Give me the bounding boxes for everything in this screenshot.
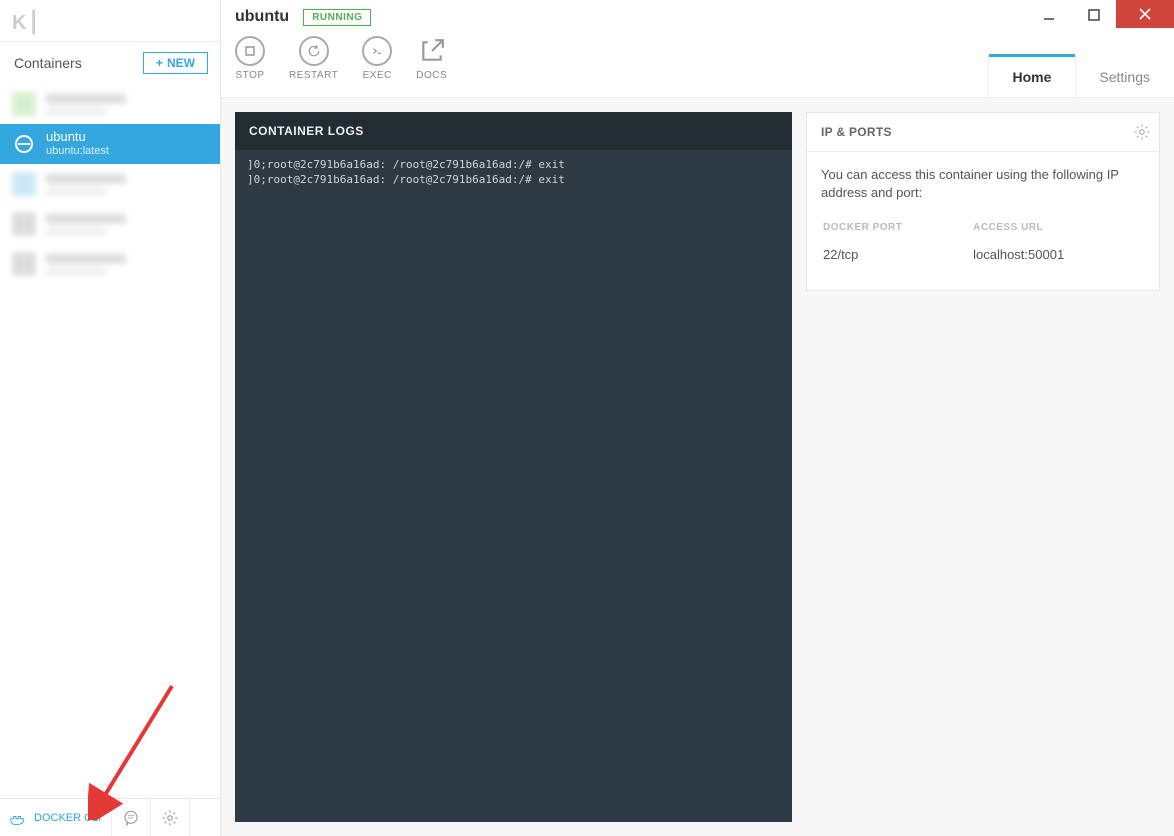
sidebar: K⎮ Containers +NEW ubuntu ubuntu:latest [0, 0, 221, 836]
containers-heading: Containers [14, 55, 82, 71]
restart-icon [307, 44, 321, 58]
stop-icon [245, 46, 255, 56]
col-docker-port: DOCKER PORT [823, 222, 971, 245]
access-url-value[interactable]: localhost:50001 [973, 247, 1143, 268]
tabs: Home Settings [989, 54, 1174, 97]
container-item-ubuntu[interactable]: ubuntu ubuntu:latest [0, 124, 220, 164]
container-name: ubuntu [46, 130, 109, 145]
gear-icon [1133, 123, 1151, 141]
col-access-url: ACCESS URL [973, 222, 1143, 245]
new-container-button[interactable]: +NEW [143, 52, 208, 74]
terminal-icon [370, 44, 384, 58]
whale-icon [10, 811, 28, 825]
container-item[interactable] [0, 84, 220, 124]
container-item[interactable] [0, 164, 220, 204]
ip-ports-panel: IP & PORTS You can access this container… [806, 112, 1160, 291]
tab-settings[interactable]: Settings [1075, 54, 1174, 97]
log-line: ]0;root@2c791b6a16ad: /root@2c791b6a16ad… [247, 158, 780, 173]
external-link-icon [419, 38, 445, 64]
ip-ports-settings-button[interactable] [1133, 123, 1151, 141]
log-line: ]0;root@2c791b6a16ad: /root@2c791b6a16ad… [247, 173, 780, 188]
restart-button[interactable]: RESTART [289, 36, 338, 81]
page-title: ubuntu [235, 8, 289, 26]
feedback-button[interactable] [112, 799, 151, 836]
status-badge: RUNNING [303, 9, 371, 26]
ip-ports-title: IP & PORTS [821, 125, 892, 139]
logs-title: CONTAINER LOGS [235, 112, 792, 150]
container-item[interactable] [0, 204, 220, 244]
container-list: ubuntu ubuntu:latest [0, 84, 220, 798]
tab-home[interactable]: Home [989, 54, 1076, 97]
ip-ports-description: You can access this container using the … [821, 166, 1145, 202]
docs-button[interactable]: DOCS [416, 36, 447, 81]
chat-icon [122, 809, 140, 827]
container-image: ubuntu:latest [46, 145, 109, 158]
logs-output[interactable]: ]0;root@2c791b6a16ad: /root@2c791b6a16ad… [235, 150, 792, 822]
stop-button[interactable]: STOP [235, 36, 265, 81]
exec-button[interactable]: EXEC [362, 36, 392, 81]
running-icon [12, 132, 36, 156]
bottom-bar: DOCKER CLI [0, 798, 220, 836]
container-header: ubuntu RUNNING STOP RESTART EXEC [221, 0, 1174, 98]
gear-icon [161, 809, 179, 827]
docker-port-value: 22/tcp [823, 247, 971, 268]
app-logo: K⎮ [0, 0, 220, 42]
docker-cli-button[interactable]: DOCKER CLI [0, 799, 112, 836]
settings-button[interactable] [151, 799, 190, 836]
container-item[interactable] [0, 244, 220, 284]
container-logs-panel: CONTAINER LOGS ]0;root@2c791b6a16ad: /ro… [235, 112, 792, 822]
port-row: 22/tcp localhost:50001 [823, 247, 1143, 268]
